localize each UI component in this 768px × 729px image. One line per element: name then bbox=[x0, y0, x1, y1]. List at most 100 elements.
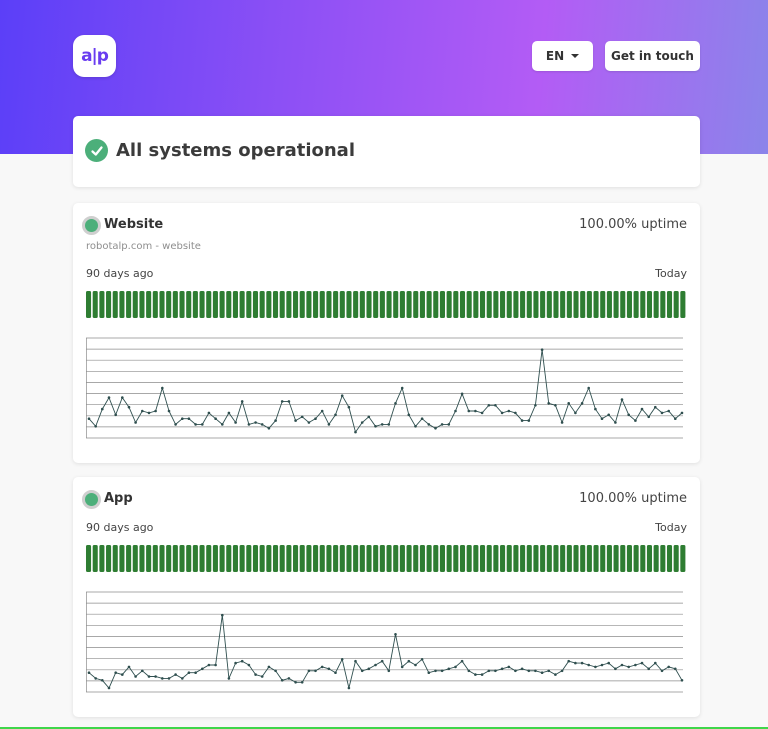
uptime-bar[interactable] bbox=[353, 291, 359, 318]
uptime-bar[interactable] bbox=[459, 545, 466, 572]
uptime-bar[interactable] bbox=[640, 291, 646, 318]
uptime-bar[interactable] bbox=[279, 291, 285, 318]
uptime-bar[interactable] bbox=[226, 291, 232, 318]
uptime-bar[interactable] bbox=[660, 545, 666, 572]
uptime-bar[interactable] bbox=[540, 291, 546, 318]
uptime-bar[interactable] bbox=[426, 291, 432, 318]
uptime-bar[interactable] bbox=[166, 545, 172, 572]
uptime-bar[interactable] bbox=[172, 545, 178, 572]
uptime-bar[interactable] bbox=[513, 545, 519, 572]
uptime-bar[interactable] bbox=[426, 545, 432, 572]
uptime-bar[interactable] bbox=[226, 545, 232, 572]
uptime-bar[interactable] bbox=[199, 545, 205, 572]
uptime-bar[interactable] bbox=[112, 291, 118, 318]
uptime-bar[interactable] bbox=[152, 291, 158, 318]
uptime-bar[interactable] bbox=[626, 545, 632, 572]
uptime-bar[interactable] bbox=[206, 545, 212, 572]
uptime-bar[interactable] bbox=[339, 545, 345, 572]
uptime-bar[interactable] bbox=[166, 291, 172, 318]
uptime-bar[interactable] bbox=[613, 545, 619, 572]
uptime-bar[interactable] bbox=[566, 545, 572, 572]
uptime-bar[interactable] bbox=[106, 291, 112, 318]
uptime-bar[interactable] bbox=[500, 545, 506, 572]
uptime-bar[interactable] bbox=[446, 545, 452, 572]
uptime-bar[interactable] bbox=[593, 545, 599, 572]
uptime-bar[interactable] bbox=[586, 545, 592, 572]
uptime-bar[interactable] bbox=[419, 291, 425, 318]
uptime-bar[interactable] bbox=[299, 291, 305, 318]
uptime-bar[interactable] bbox=[139, 545, 145, 572]
uptime-bar[interactable] bbox=[126, 291, 132, 318]
uptime-bar[interactable] bbox=[139, 291, 145, 318]
uptime-bar[interactable] bbox=[212, 545, 218, 572]
uptime-bar[interactable] bbox=[393, 291, 399, 318]
uptime-bar[interactable] bbox=[506, 291, 512, 318]
uptime-bar[interactable] bbox=[346, 291, 352, 318]
uptime-bar[interactable] bbox=[466, 291, 472, 318]
uptime-bar[interactable] bbox=[86, 291, 92, 318]
uptime-bar[interactable] bbox=[626, 291, 632, 318]
uptime-bar[interactable] bbox=[580, 545, 586, 572]
uptime-bar[interactable] bbox=[520, 545, 526, 572]
uptime-bar[interactable] bbox=[239, 545, 245, 572]
uptime-bar[interactable] bbox=[92, 545, 98, 572]
uptime-bar[interactable] bbox=[199, 291, 205, 318]
uptime-bar[interactable] bbox=[573, 291, 579, 318]
uptime-bar[interactable] bbox=[560, 545, 566, 572]
uptime-bar[interactable] bbox=[473, 291, 479, 318]
uptime-bar[interactable] bbox=[146, 545, 152, 572]
uptime-bar[interactable] bbox=[219, 291, 225, 318]
uptime-bar[interactable] bbox=[259, 291, 265, 318]
uptime-bar[interactable] bbox=[206, 291, 212, 318]
uptime-bar[interactable] bbox=[473, 545, 479, 572]
uptime-bar[interactable] bbox=[232, 545, 238, 572]
uptime-bar[interactable] bbox=[212, 291, 218, 318]
uptime-bar[interactable] bbox=[92, 291, 98, 318]
uptime-bar[interactable] bbox=[673, 545, 679, 572]
uptime-bar[interactable] bbox=[620, 545, 626, 572]
uptime-bar[interactable] bbox=[533, 545, 539, 572]
uptime-bar[interactable] bbox=[453, 291, 459, 318]
uptime-bar[interactable] bbox=[526, 291, 532, 318]
uptime-bar[interactable] bbox=[159, 545, 165, 572]
uptime-bar[interactable] bbox=[333, 545, 339, 572]
uptime-bar[interactable] bbox=[533, 291, 539, 318]
uptime-bar[interactable] bbox=[500, 291, 506, 318]
uptime-bar[interactable] bbox=[293, 291, 299, 318]
uptime-bar[interactable] bbox=[326, 291, 332, 318]
uptime-bar[interactable] bbox=[252, 545, 259, 572]
uptime-bar[interactable] bbox=[546, 545, 552, 572]
uptime-bar[interactable] bbox=[252, 291, 259, 318]
uptime-bar[interactable] bbox=[660, 291, 666, 318]
uptime-bar[interactable] bbox=[446, 291, 452, 318]
uptime-bar[interactable] bbox=[239, 291, 245, 318]
uptime-bar[interactable] bbox=[573, 545, 579, 572]
uptime-bar[interactable] bbox=[606, 291, 612, 318]
uptime-bar[interactable] bbox=[386, 291, 392, 318]
uptime-bar[interactable] bbox=[219, 545, 225, 572]
uptime-bar[interactable] bbox=[486, 545, 492, 572]
uptime-bar[interactable] bbox=[653, 545, 659, 572]
uptime-bar[interactable] bbox=[106, 545, 112, 572]
uptime-bar[interactable] bbox=[620, 291, 626, 318]
uptime-bar[interactable] bbox=[680, 545, 686, 572]
uptime-bar[interactable] bbox=[266, 291, 272, 318]
uptime-bar[interactable] bbox=[126, 545, 132, 572]
uptime-bar[interactable] bbox=[119, 545, 125, 572]
uptime-bar[interactable] bbox=[399, 545, 405, 572]
uptime-bar[interactable] bbox=[179, 291, 185, 318]
uptime-bar[interactable] bbox=[393, 545, 399, 572]
uptime-bar[interactable] bbox=[406, 545, 412, 572]
uptime-bar[interactable] bbox=[580, 291, 586, 318]
uptime-bar[interactable] bbox=[640, 545, 646, 572]
uptime-bar[interactable] bbox=[99, 291, 105, 318]
uptime-bar[interactable] bbox=[192, 291, 198, 318]
uptime-bar[interactable] bbox=[646, 545, 653, 572]
uptime-bar[interactable] bbox=[600, 291, 606, 318]
uptime-bar[interactable] bbox=[413, 545, 419, 572]
uptime-bar[interactable] bbox=[439, 545, 445, 572]
uptime-bar[interactable] bbox=[112, 545, 118, 572]
uptime-bar[interactable] bbox=[486, 291, 492, 318]
uptime-bar[interactable] bbox=[613, 291, 619, 318]
uptime-bar[interactable] bbox=[673, 291, 679, 318]
